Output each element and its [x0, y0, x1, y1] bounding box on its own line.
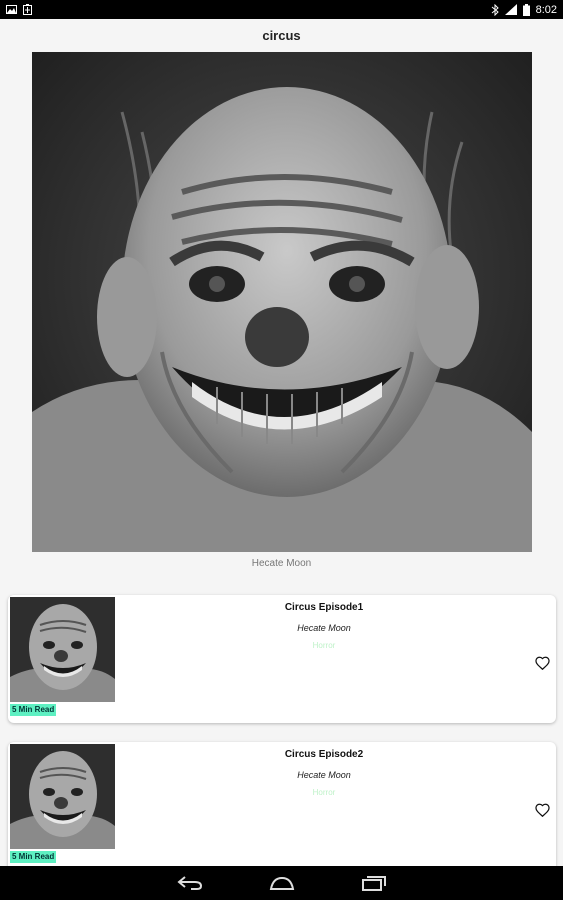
heart-outline-icon[interactable]	[534, 802, 550, 818]
episode-card-1[interactable]: 5 Min Read Circus Episode1 Hecate Moon H…	[8, 595, 556, 723]
episode-thumbnail	[10, 744, 115, 849]
status-bar: 8:02	[0, 0, 563, 19]
episode-thumbnail	[10, 597, 115, 702]
clown-mask-photo	[10, 744, 115, 849]
page-title: circus	[262, 27, 301, 43]
episode-author: Hecate Moon	[297, 623, 351, 633]
cover-author: Hecate Moon	[251, 558, 312, 569]
status-right: 8:02	[491, 3, 557, 16]
status-left	[6, 4, 32, 15]
image-icon	[6, 5, 17, 14]
read-time-badge: 5 Min Read	[10, 851, 57, 863]
episode-genre: Horror	[312, 641, 336, 650]
clown-mask-photo	[32, 52, 532, 552]
home-icon[interactable]	[267, 873, 297, 893]
episode-title: Circus Episode1	[284, 602, 364, 613]
battery-icon	[522, 3, 530, 16]
battery-saver-icon	[23, 4, 32, 15]
clown-mask-photo	[10, 597, 115, 702]
episode-card-2[interactable]: 5 Min Read Circus Episode2 Hecate Moon H…	[8, 742, 556, 872]
app-header: circus	[0, 19, 563, 51]
read-time-badge: 5 Min Read	[10, 704, 57, 716]
signal-icon	[504, 4, 517, 15]
episode-title: Circus Episode2	[284, 749, 364, 760]
cover-image[interactable]	[32, 52, 532, 552]
episode-genre: Horror	[312, 788, 336, 797]
bluetooth-icon	[491, 3, 499, 16]
recents-icon[interactable]	[359, 873, 389, 893]
navigation-bar	[0, 866, 563, 900]
episode-info: Circus Episode2 Hecate Moon Horror	[124, 748, 524, 798]
status-time: 8:02	[535, 3, 557, 16]
heart-outline-icon[interactable]	[534, 655, 550, 671]
back-icon[interactable]	[175, 873, 205, 893]
episode-author: Hecate Moon	[297, 770, 351, 780]
episode-info: Circus Episode1 Hecate Moon Horror	[124, 601, 524, 651]
